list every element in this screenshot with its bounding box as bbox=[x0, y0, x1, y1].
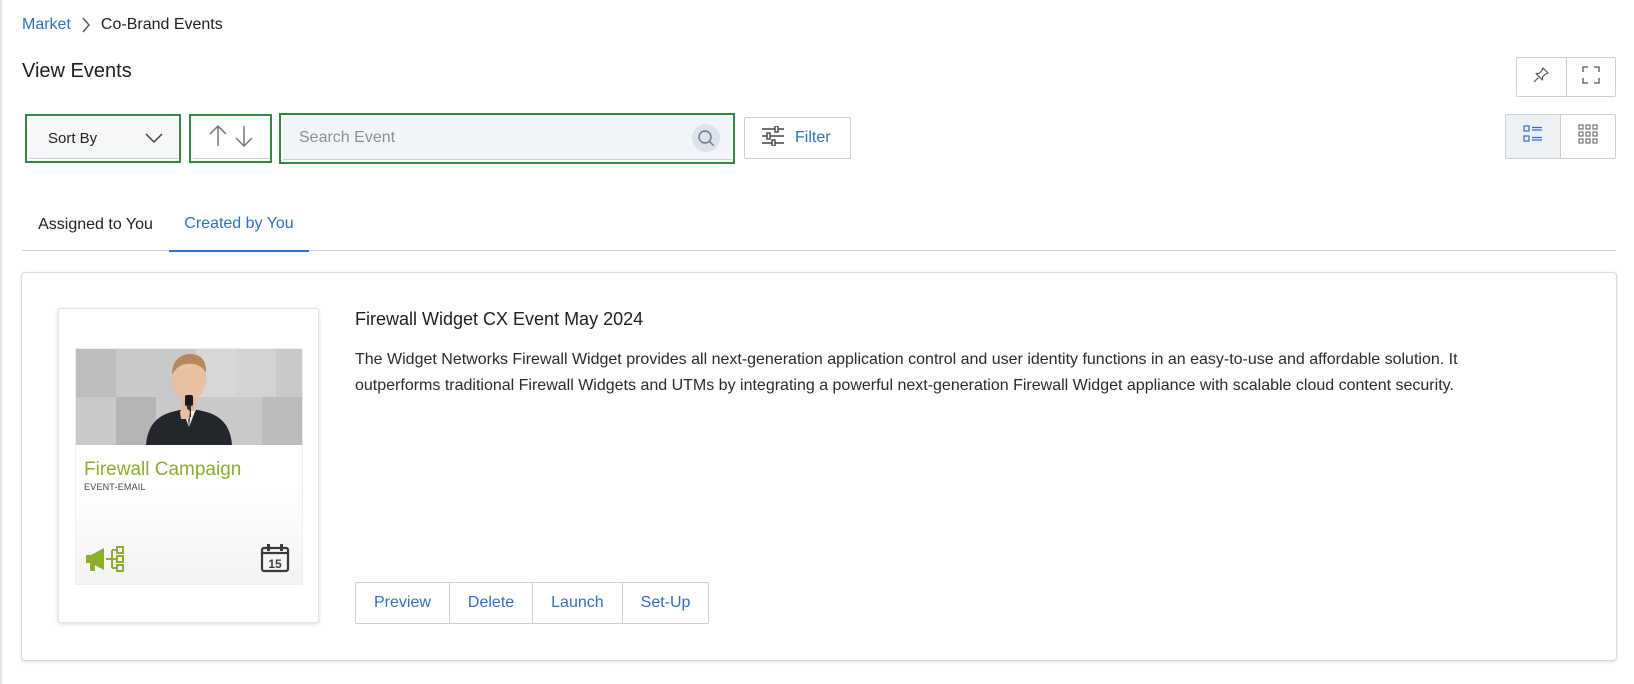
filter-sliders-icon bbox=[761, 124, 785, 151]
thumbnail-subtitle: EVENT-EMAIL bbox=[84, 482, 146, 492]
sort-by-label: Sort By bbox=[48, 129, 98, 147]
chevron-right-icon bbox=[71, 17, 101, 33]
pin-icon bbox=[1532, 66, 1550, 89]
list-view-button[interactable] bbox=[1506, 115, 1560, 158]
launch-button[interactable]: Launch bbox=[532, 583, 622, 623]
fullscreen-button[interactable] bbox=[1565, 58, 1616, 96]
event-thumbnail[interactable]: Firewall Campaign EVENT-EMAIL 15 bbox=[58, 308, 319, 623]
pin-button[interactable] bbox=[1517, 58, 1566, 96]
event-card: Firewall Campaign EVENT-EMAIL 15 Firewal… bbox=[21, 272, 1617, 661]
search-input[interactable] bbox=[283, 117, 692, 159]
list-view-icon bbox=[1523, 125, 1543, 148]
filter-label: Filter bbox=[795, 129, 831, 146]
sort-direction-button[interactable] bbox=[193, 118, 269, 159]
megaphone-network-icon bbox=[84, 545, 128, 578]
sort-by-select[interactable]: Sort By bbox=[29, 118, 178, 159]
calendar-icon: 15 bbox=[260, 543, 290, 578]
page-title: View Events bbox=[22, 60, 132, 82]
page-left-edge bbox=[0, 0, 2, 684]
filter-button[interactable]: Filter bbox=[744, 117, 851, 159]
sort-arrows-icon bbox=[207, 123, 255, 154]
calendar-day: 15 bbox=[268, 557, 282, 571]
presenter-photo bbox=[76, 349, 302, 445]
search-field bbox=[283, 117, 732, 160]
thumbnail-title: Firewall Campaign bbox=[84, 459, 242, 480]
event-tabs: Assigned to You Created by You bbox=[22, 198, 1616, 252]
event-title: Firewall Widget CX Event May 2024 bbox=[355, 309, 644, 329]
tab-assigned-to-you[interactable]: Assigned to You bbox=[22, 198, 169, 251]
fullscreen-icon bbox=[1582, 65, 1600, 89]
tab-created-by-you[interactable]: Created by You bbox=[169, 198, 309, 252]
view-mode-toggle bbox=[1505, 114, 1616, 159]
grid-view-icon bbox=[1578, 124, 1598, 149]
event-description: The Widget Networks Firewall Widget prov… bbox=[355, 351, 1458, 394]
campaign-preview: Firewall Campaign EVENT-EMAIL 15 bbox=[76, 349, 302, 584]
grid-view-button[interactable] bbox=[1560, 115, 1615, 158]
event-actions: Preview Delete Launch Set-Up bbox=[355, 582, 710, 624]
delete-button[interactable]: Delete bbox=[448, 583, 532, 623]
breadcrumb-current: Co-Brand Events bbox=[100, 16, 223, 33]
setup-button[interactable]: Set-Up bbox=[621, 583, 709, 623]
page-actions bbox=[1516, 57, 1616, 97]
breadcrumb: Market Co-Brand Events bbox=[22, 14, 223, 36]
breadcrumb-market-link[interactable]: Market bbox=[22, 16, 71, 34]
chevron-down-icon bbox=[144, 129, 164, 151]
preview-button[interactable]: Preview bbox=[356, 583, 449, 623]
search-icon[interactable] bbox=[692, 124, 720, 152]
